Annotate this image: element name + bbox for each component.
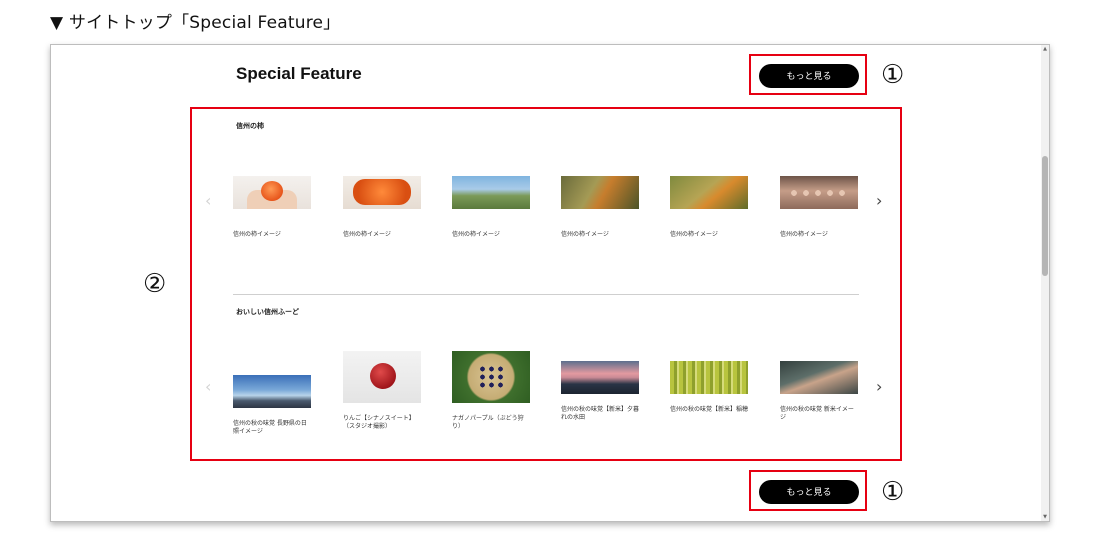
scroll-up-icon[interactable]: ▲ xyxy=(1041,45,1049,53)
annotation-number-2: ② xyxy=(143,269,167,299)
section-title: Special Feature xyxy=(236,64,362,83)
browser-window: ▲ ▼ Special Feature もっと見る 信州の柿 ‹ 信州の柿イメー… xyxy=(50,44,1050,522)
page-caption: ▼ サイトトップ「Special Feature」 xyxy=(50,13,341,33)
annotation-number-1-bottom: ① xyxy=(881,477,905,507)
annotation-box-more-top xyxy=(749,54,867,95)
annotation-box-more-bottom xyxy=(749,470,867,511)
annotation-number-1-top: ① xyxy=(881,60,905,90)
scroll-thumb[interactable] xyxy=(1042,156,1048,276)
annotation-box-carousels xyxy=(190,107,902,461)
scroll-down-icon[interactable]: ▼ xyxy=(1041,513,1049,521)
vertical-scrollbar[interactable]: ▲ ▼ xyxy=(1041,45,1049,521)
